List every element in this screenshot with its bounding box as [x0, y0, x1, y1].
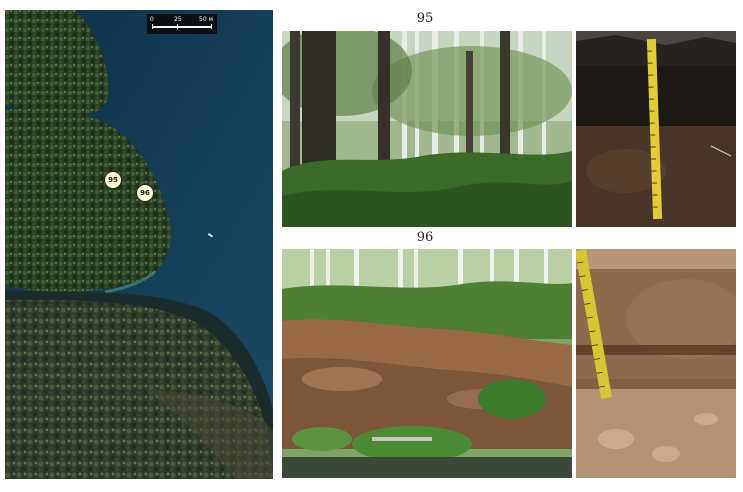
- scale-mid-tick: [177, 24, 178, 29]
- forest-photo-95: [282, 31, 572, 227]
- scale-label-start: 0: [150, 16, 154, 23]
- site-title-95: 95: [416, 11, 434, 26]
- site-marker-95[interactable]: 95: [104, 171, 122, 189]
- satellite-map: 0 25 50 м 95 96: [5, 10, 273, 479]
- scale-label-end: 50 м: [199, 16, 214, 23]
- map-scale-bar: 0 25 50 м: [147, 14, 217, 34]
- map-terrain: [5, 10, 273, 479]
- site-title-96: 96: [416, 230, 434, 245]
- riverbank-photo-96: [282, 249, 572, 478]
- soil-profile-photo-96: [576, 249, 736, 478]
- site-marker-96[interactable]: 96: [136, 184, 154, 202]
- soil-profile-photo-95: [576, 31, 736, 227]
- scale-line: [152, 24, 212, 29]
- scale-label-mid: 25: [174, 16, 182, 23]
